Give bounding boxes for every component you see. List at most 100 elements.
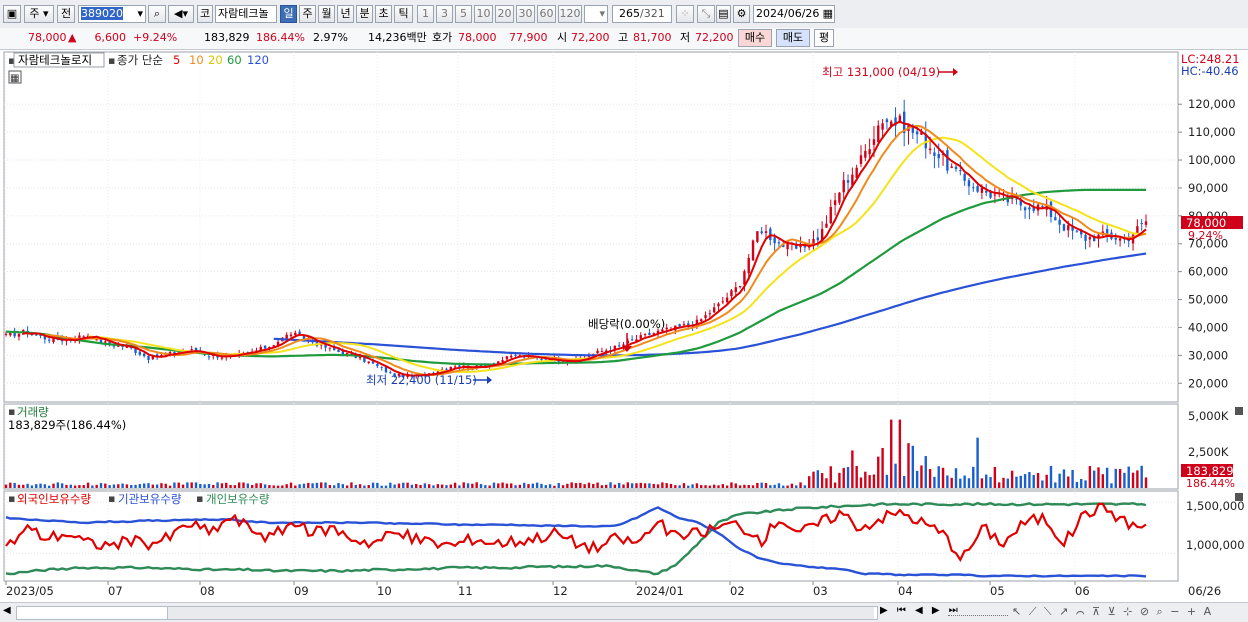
interval-20[interactable]: 20 (495, 5, 514, 23)
volume-bar (933, 476, 936, 488)
count-field[interactable]: 265/321 (612, 5, 672, 23)
candle-body (147, 355, 150, 361)
candle-body (734, 287, 737, 292)
volume-bar (281, 485, 284, 488)
volume-bar (872, 474, 876, 488)
buy-button[interactable]: 매수 (738, 29, 772, 47)
volume-bar (453, 482, 457, 488)
drawing-tools-icons[interactable]: ↖ ⟋ ⟍ ↗ ⌒ ⊼ ⊻ ⊹ ⊘ ⌕ − + A (1012, 605, 1213, 619)
volume-bar (825, 478, 828, 488)
candle-body (9, 332, 12, 336)
interval-60[interactable]: 60 (537, 5, 556, 23)
candle-body (1140, 223, 1143, 225)
candle-body (220, 357, 224, 359)
volume-bar (78, 485, 81, 488)
volume-bar (522, 482, 526, 488)
candle-body (639, 335, 642, 339)
quote-bar: 78,000 ▲ 6,600 +9.24% 183,829 186.44% 2.… (0, 28, 1248, 50)
volume-bar (56, 482, 60, 488)
period-year[interactable]: 년 (337, 5, 354, 23)
volume-bar (497, 483, 500, 488)
volume-bar (833, 482, 837, 488)
interval-5[interactable]: 5 (455, 5, 472, 23)
pin-icon[interactable]: ⁘ (676, 5, 694, 23)
volume-bar (920, 465, 923, 488)
legend-ma60: 60 (227, 53, 242, 67)
volume-tick-5000k: 5,000K (1188, 409, 1229, 423)
period-tick[interactable]: 틱 (394, 5, 413, 23)
sound-icon[interactable]: ◀▾ (168, 5, 194, 23)
volume-bar (756, 482, 759, 488)
volume-bar (142, 483, 146, 488)
scroll-bar[interactable]: ◀ ▶ ⏮ ◀ ▶ ⏭ ↖ ⟋ ⟍ ↗ ⌒ ⊼ ⊻ ⊹ ⊘ ⌕ − + A (0, 602, 1248, 622)
interval-3[interactable]: 3 (436, 5, 453, 23)
volume-bar (471, 483, 474, 488)
period-second[interactable]: 초 (375, 5, 392, 23)
candle-body (1023, 207, 1027, 211)
volume-bar (73, 485, 77, 488)
volume-bar (898, 419, 902, 488)
stock-chart[interactable]: ▪ 자람테크놀로지 ▪ 종가 단순 5 10 20 60 120 ▦ LC:24… (0, 50, 1248, 602)
interval-dropdown[interactable]: ▾ (584, 5, 608, 23)
candle-body (540, 359, 543, 361)
volume-bar (751, 485, 755, 488)
volume-bar (717, 485, 720, 488)
interval-10[interactable]: 10 (474, 5, 493, 23)
candle-body (764, 231, 768, 233)
interval-1[interactable]: 1 (417, 5, 434, 23)
volume-bar (371, 482, 375, 488)
volume-bar (911, 445, 915, 488)
period-month[interactable]: 월 (318, 5, 335, 23)
volume-bar (311, 483, 314, 488)
volume-panel (3, 403, 1179, 490)
volume-bar (35, 484, 38, 488)
layout-icon[interactable]: ▣ (3, 5, 21, 23)
candle-body (367, 361, 370, 363)
scroll-track[interactable] (16, 606, 878, 620)
zoom-track[interactable] (948, 607, 1008, 616)
period-minute[interactable]: 분 (356, 5, 373, 23)
volume-bar (445, 485, 448, 488)
period-day[interactable]: 일 (280, 5, 297, 23)
evaluate-button[interactable]: 평 (814, 29, 834, 47)
candle-body (717, 303, 720, 307)
holdings-panel-close-icon[interactable] (1235, 493, 1243, 501)
candle-body (458, 365, 461, 367)
draw-icon[interactable]: ⤡ (697, 5, 715, 23)
volume-bar (250, 484, 254, 488)
candle-body (959, 170, 962, 172)
interval-30[interactable]: 30 (516, 5, 535, 23)
candle-body (967, 180, 971, 187)
volume-bar (427, 484, 431, 488)
candle-body (708, 313, 712, 315)
kospi-badge[interactable]: 코 (197, 5, 213, 23)
volume-bar (440, 484, 444, 488)
save-icon[interactable]: ▤ (716, 5, 731, 23)
date-field[interactable]: 2024/06/26 ▦ (753, 5, 835, 23)
volume-panel-close-icon[interactable] (1235, 407, 1243, 415)
gear-icon[interactable]: ⚙ (733, 5, 750, 23)
candle-body (993, 194, 997, 196)
volume-bar (1088, 466, 1092, 488)
scroll-left-icon[interactable]: ◀ (3, 605, 11, 616)
volume-bar (173, 482, 176, 488)
volume-bar (561, 485, 565, 488)
interval-120[interactable]: 120 (558, 5, 582, 23)
volume-bar (643, 483, 647, 488)
volume-bar (1131, 472, 1135, 488)
prev-button[interactable]: 전 (57, 5, 75, 23)
volume-bar (1015, 476, 1018, 488)
sell-button[interactable]: 매도 (776, 29, 810, 47)
candle-body (630, 339, 634, 341)
search-icon[interactable]: ⌕ (148, 5, 166, 23)
volume-bar (203, 484, 206, 488)
code-input[interactable]: 389020 ▾ (78, 5, 146, 23)
scroll-thumb[interactable] (167, 607, 874, 619)
volume-bar (708, 485, 712, 488)
period-week[interactable]: 주 (299, 5, 316, 23)
volume-bar (492, 482, 496, 488)
volume-bar (678, 485, 681, 488)
candle-body (743, 271, 746, 285)
market-select[interactable]: 주 ▾ (24, 5, 54, 23)
legend-box-icon: ▪ (8, 405, 15, 418)
